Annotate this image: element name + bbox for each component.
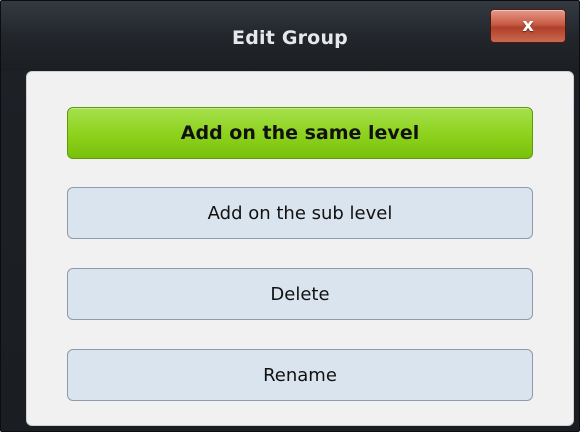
edit-group-dialog: Edit Group x Add on the same level Add o… bbox=[0, 0, 580, 433]
add-sub-level-button[interactable]: Add on the sub level bbox=[67, 187, 533, 239]
dialog-content: Add on the same level Add on the sub lev… bbox=[26, 71, 574, 426]
add-same-level-button[interactable]: Add on the same level bbox=[67, 107, 533, 159]
dialog-frame: Edit Group x Add on the same level Add o… bbox=[0, 0, 580, 432]
title-bar[interactable]: Edit Group x bbox=[1, 1, 579, 71]
delete-button[interactable]: Delete bbox=[67, 268, 533, 320]
close-button[interactable]: x bbox=[490, 9, 566, 43]
close-icon: x bbox=[522, 15, 534, 36]
rename-button[interactable]: Rename bbox=[67, 349, 533, 401]
